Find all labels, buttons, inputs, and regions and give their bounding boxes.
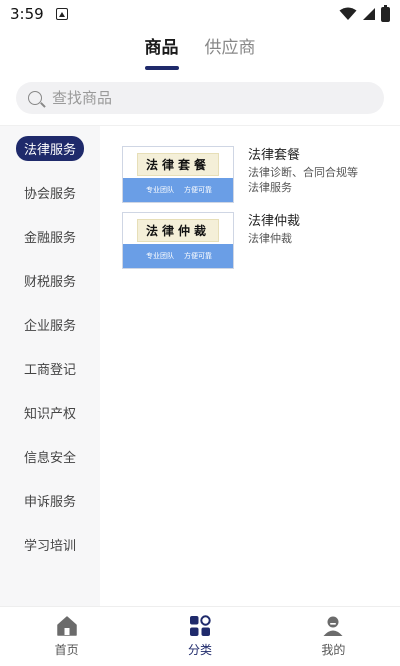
wifi-icon <box>339 7 357 20</box>
product-item-legal-package[interactable]: 法律套餐 专业团队 方便可靠 法律套餐 法律诊断、合同合规等 法律服务 <box>122 146 358 203</box>
sidebar-item-label: 申诉服务 <box>23 494 76 510</box>
tab-suppliers[interactable]: 供应商 <box>205 30 256 72</box>
nav-label: 分类 <box>187 643 212 657</box>
product-description: 法律诊断、合同合规等 <box>248 166 358 179</box>
nav-label: 我的 <box>321 643 346 657</box>
thumb-band-right: 方便可靠 <box>184 252 212 260</box>
product-thumbnail: 法律仲裁 专业团队 方便可靠 <box>122 212 234 269</box>
app-notification-icon <box>55 8 68 20</box>
nav-label: 首页 <box>54 643 79 657</box>
product-thumbnail: 法律套餐 专业团队 方便可靠 <box>122 146 234 203</box>
thumb-title-bar: 法律仲裁 <box>125 217 231 243</box>
status-time: 3:59 <box>10 5 44 23</box>
product-info: 法律仲裁 法律仲裁 <box>248 212 300 269</box>
category-sidebar: 法律服务 协会服务 金融服务 财税服务 企业服务 工商登记 知识产权 信息安全 … <box>0 126 100 606</box>
status-icons <box>339 4 390 22</box>
signal-icon <box>363 8 375 20</box>
product-info: 法律套餐 法律诊断、合同合规等 法律服务 <box>248 146 358 203</box>
battery-icon <box>381 4 390 22</box>
product-name: 法律套餐 <box>248 148 301 163</box>
home-icon <box>56 616 77 636</box>
status-bar: 3:59 <box>0 0 400 28</box>
sidebar-item-registration[interactable]: 工商登记 <box>0 346 100 390</box>
product-description: 法律仲裁 <box>248 232 292 245</box>
thumb-band-left: 专业团队 <box>146 186 174 194</box>
thumb-band: 专业团队 方便可靠 <box>123 244 233 268</box>
top-tabs: 商品 供应商 <box>0 30 400 72</box>
sidebar-item-enterprise[interactable]: 企业服务 <box>0 302 100 346</box>
category-icon <box>189 615 211 636</box>
product-list: 法律套餐 专业团队 方便可靠 法律套餐 法律诊断、合同合规等 法律服务 法律仲裁… <box>100 126 400 606</box>
thumb-band-left: 专业团队 <box>146 252 174 260</box>
product-item-legal-arbitration[interactable]: 法律仲裁 专业团队 方便可靠 法律仲裁 法律仲裁 <box>122 212 300 269</box>
sidebar-item-label: 法律服务 <box>15 135 84 161</box>
sidebar-item-label: 金融服务 <box>23 230 76 246</box>
sidebar-item-label: 财税服务 <box>23 274 76 290</box>
nav-profile[interactable]: 我的 <box>267 607 400 666</box>
sidebar-item-tax[interactable]: 财税服务 <box>0 258 100 302</box>
search-icon <box>28 91 42 105</box>
sidebar-item-finance[interactable]: 金融服务 <box>0 214 100 258</box>
profile-icon <box>323 616 343 636</box>
sidebar-item-ip[interactable]: 知识产权 <box>0 390 100 434</box>
sidebar-item-label: 协会服务 <box>23 186 76 202</box>
thumb-band: 专业团队 方便可靠 <box>123 178 233 202</box>
search-bar[interactable] <box>16 82 384 114</box>
product-name: 法律仲裁 <box>248 214 301 229</box>
sidebar-item-legal[interactable]: 法律服务 <box>0 126 100 170</box>
nav-home[interactable]: 首页 <box>0 607 133 666</box>
search-input[interactable] <box>52 89 352 107</box>
sidebar-item-label: 知识产权 <box>23 406 76 422</box>
thumb-title: 法律套餐 <box>136 152 219 176</box>
bottom-navigation: 首页 分类 我的 <box>0 606 400 666</box>
sidebar-item-complaint[interactable]: 申诉服务 <box>0 478 100 522</box>
product-description: 法律服务 <box>248 181 292 194</box>
sidebar-item-label: 学习培训 <box>23 538 76 554</box>
thumb-title-bar: 法律套餐 <box>125 151 231 177</box>
thumb-band-right: 方便可靠 <box>184 186 212 194</box>
sidebar-item-label: 信息安全 <box>23 450 76 466</box>
sidebar-item-security[interactable]: 信息安全 <box>0 434 100 478</box>
sidebar-item-label: 企业服务 <box>23 318 76 334</box>
sidebar-item-association[interactable]: 协会服务 <box>0 170 100 214</box>
sidebar-item-label: 工商登记 <box>23 362 76 378</box>
sidebar-item-training[interactable]: 学习培训 <box>0 522 100 566</box>
tab-products[interactable]: 商品 <box>145 30 179 72</box>
thumb-title: 法律仲裁 <box>136 218 219 242</box>
nav-category[interactable]: 分类 <box>133 607 266 666</box>
